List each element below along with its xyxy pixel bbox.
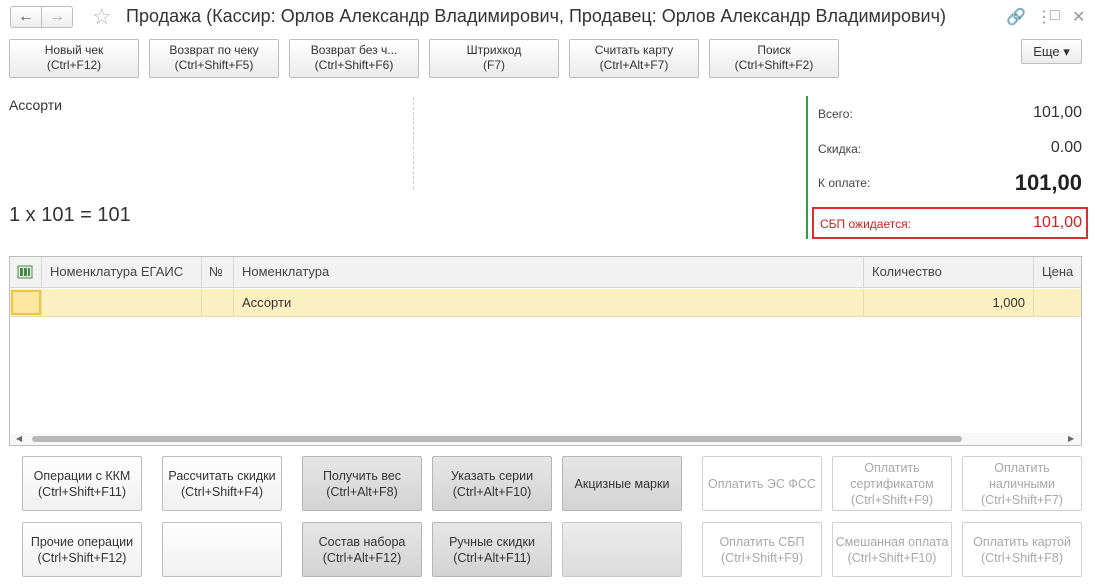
items-table: Номенклатура ЕГАИС № Номенклатура Количе… bbox=[9, 256, 1082, 446]
pay-certificate-button[interactable]: Оплатить сертификатом (Ctrl+Shift+F9) bbox=[832, 456, 952, 511]
discount-row: Скидка: 0.00 bbox=[818, 139, 1084, 159]
button-label: Штрихкод bbox=[466, 43, 522, 57]
column-header-nomenclature[interactable]: Номенклатура bbox=[234, 257, 864, 288]
return-by-receipt-button[interactable]: Возврат по чеку (Ctrl+Shift+F5) bbox=[149, 39, 279, 78]
cell-nomenclature[interactable]: Ассорти bbox=[234, 289, 864, 317]
close-icon[interactable]: ✕ bbox=[1072, 7, 1085, 27]
favorite-star-icon[interactable]: ☆ bbox=[92, 4, 112, 30]
cell-egais[interactable] bbox=[42, 289, 202, 317]
column-header-egais[interactable]: Номенклатура ЕГАИС bbox=[42, 257, 202, 288]
empty-button[interactable] bbox=[562, 522, 682, 577]
button-label: Возврат без ч... bbox=[310, 43, 398, 57]
scroll-right-icon[interactable]: ▶ bbox=[1068, 433, 1074, 445]
button-label: Возврат по чеку bbox=[169, 43, 259, 57]
summary-accent-bar bbox=[806, 96, 808, 239]
empty-button[interactable] bbox=[162, 522, 282, 577]
excise-marks-button[interactable]: Акцизные марки bbox=[562, 456, 682, 511]
sbp-value: 101,00 bbox=[1033, 214, 1082, 231]
total-value: 101,00 bbox=[1033, 104, 1082, 121]
other-operations-button[interactable]: Прочие операции (Ctrl+Shift+F12) bbox=[22, 522, 142, 577]
sbp-pending-box: СБП ожидается: 101,00 bbox=[812, 207, 1088, 239]
arrow-right-icon: → bbox=[49, 8, 65, 25]
total-label: Всего: bbox=[818, 107, 853, 121]
pay-sbp-button[interactable]: Оплатить СБП (Ctrl+Shift+F9) bbox=[702, 522, 822, 577]
cell-number[interactable] bbox=[202, 289, 234, 317]
scrollbar-thumb[interactable] bbox=[32, 436, 962, 442]
price-formula: 1 x 101 = 101 bbox=[9, 204, 131, 226]
pay-card-button[interactable]: Оплатить картой (Ctrl+Shift+F8) bbox=[962, 522, 1082, 577]
button-shortcut: (Ctrl+Shift+F2) bbox=[734, 58, 814, 72]
specify-series-button[interactable]: Указать серии (Ctrl+Alt+F10) bbox=[432, 456, 552, 511]
total-row: Всего: 101,00 bbox=[818, 104, 1084, 124]
button-label: Новый чек bbox=[44, 43, 104, 57]
current-product-name: Ассорти bbox=[9, 97, 62, 113]
barcode-button[interactable]: Штрихкод (F7) bbox=[429, 39, 559, 78]
scroll-left-icon[interactable]: ◀ bbox=[16, 433, 22, 445]
button-label: Считать карту bbox=[594, 43, 674, 57]
button-shortcut: (F7) bbox=[483, 58, 505, 72]
row-selector-cell[interactable] bbox=[10, 289, 42, 317]
table-settings-icon bbox=[17, 265, 33, 279]
cell-quantity[interactable]: 1,000 bbox=[864, 289, 1034, 317]
to-pay-row: К оплате: 101,00 bbox=[818, 170, 1084, 198]
pay-es-fss-button[interactable]: Оплатить ЭС ФСС bbox=[702, 456, 822, 511]
new-receipt-button[interactable]: Новый чек (Ctrl+F12) bbox=[9, 39, 139, 78]
title-bar: ← → ☆ Продажа (Кассир: Орлов Александр В… bbox=[0, 0, 1094, 36]
arrow-left-icon: ← bbox=[18, 8, 34, 25]
read-card-button[interactable]: Считать карту (Ctrl+Alt+F7) bbox=[569, 39, 699, 78]
table-row[interactable]: Ассорти 1,000 bbox=[10, 289, 1081, 317]
horizontal-scrollbar[interactable]: ◀ ▶ bbox=[10, 433, 1081, 445]
manual-discounts-button[interactable]: Ручные скидки (Ctrl+Alt+F11) bbox=[432, 522, 552, 577]
table-header: Номенклатура ЕГАИС № Номенклатура Количе… bbox=[10, 257, 1081, 288]
maximize-icon[interactable]: □ bbox=[1050, 7, 1060, 25]
column-header-quantity[interactable]: Количество bbox=[864, 257, 1034, 288]
back-button[interactable]: ← bbox=[10, 6, 42, 28]
search-button[interactable]: Поиск (Ctrl+Shift+F2) bbox=[709, 39, 839, 78]
discount-label: Скидка: bbox=[818, 142, 862, 156]
return-without-receipt-button[interactable]: Возврат без ч... (Ctrl+Shift+F6) bbox=[289, 39, 419, 78]
button-label: Поиск bbox=[757, 43, 791, 57]
forward-button[interactable]: → bbox=[41, 6, 73, 28]
mixed-payment-button[interactable]: Смешанная оплата (Ctrl+Shift+F10) bbox=[832, 522, 952, 577]
button-shortcut: (Ctrl+Alt+F7) bbox=[599, 58, 669, 72]
window-title: Продажа (Кассир: Орлов Александр Владими… bbox=[126, 6, 946, 26]
more-menu-button[interactable]: Еще ▾ bbox=[1021, 39, 1082, 64]
link-icon[interactable]: 🔗 bbox=[1006, 7, 1026, 27]
get-weight-button[interactable]: Получить вес (Ctrl+Alt+F8) bbox=[302, 456, 422, 511]
column-header-price[interactable]: Цена bbox=[1034, 257, 1081, 288]
focused-cell[interactable] bbox=[11, 290, 41, 315]
kit-composition-button[interactable]: Состав набора (Ctrl+Alt+F12) bbox=[302, 522, 422, 577]
divider bbox=[413, 97, 414, 189]
pay-cash-button[interactable]: Оплатить наличными (Ctrl+Shift+F7) bbox=[962, 456, 1082, 511]
kkm-operations-button[interactable]: Операции с ККМ (Ctrl+Shift+F11) bbox=[22, 456, 142, 511]
to-pay-label: К оплате: bbox=[818, 176, 871, 190]
button-shortcut: (Ctrl+F12) bbox=[46, 58, 102, 72]
cell-price[interactable] bbox=[1034, 289, 1081, 317]
to-pay-value: 101,00 bbox=[1014, 170, 1082, 195]
column-settings-cell[interactable] bbox=[10, 257, 42, 288]
discount-value: 0.00 bbox=[1050, 139, 1082, 156]
button-shortcut: (Ctrl+Shift+F6) bbox=[314, 58, 394, 72]
column-header-number[interactable]: № bbox=[202, 257, 234, 288]
calculate-discounts-button[interactable]: Рассчитать скидки (Ctrl+Shift+F4) bbox=[162, 456, 282, 511]
sbp-label: СБП ожидается: bbox=[820, 217, 911, 231]
button-shortcut: (Ctrl+Shift+F5) bbox=[174, 58, 254, 72]
